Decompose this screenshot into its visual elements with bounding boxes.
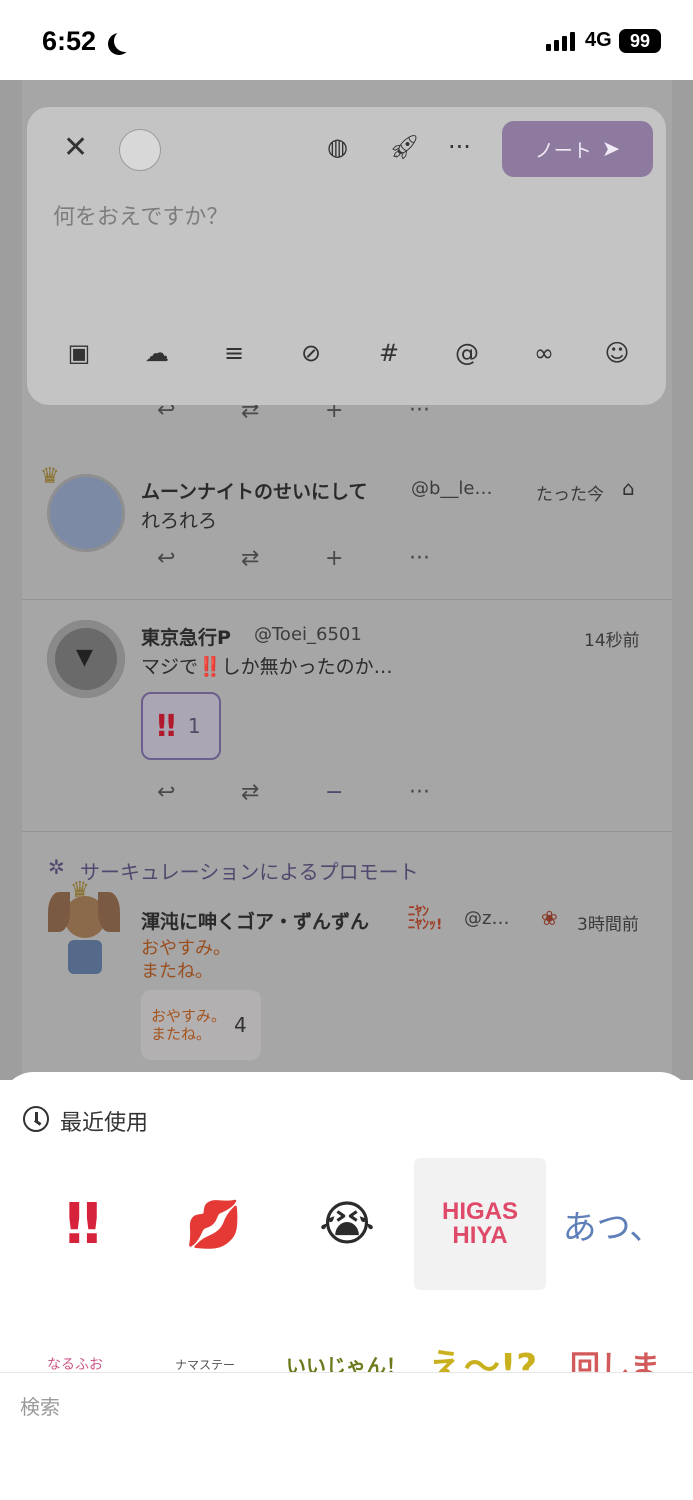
hashtag-icon[interactable]: # [369, 339, 409, 367]
note-time[interactable]: 3時間前 [577, 910, 639, 935]
clock-icon [23, 1106, 49, 1132]
note-text-line2: またね。 [141, 961, 213, 982]
emoji-row: なるふお ナマステー いいじゃん！ え〜!? 回しま [0, 1326, 693, 1374]
send-icon: ➤ [601, 136, 621, 162]
emoji-option[interactable]: 回しま [560, 1334, 670, 1374]
instance-icon: ❀ [541, 906, 558, 930]
mention-icon[interactable]: @ [447, 339, 487, 367]
note-actions: ↩ ⇄ − ··· [157, 780, 493, 805]
avatar[interactable] [119, 129, 161, 171]
reply-icon[interactable]: ↩ [157, 546, 241, 571]
globe-icon[interactable]: ◍ [327, 133, 348, 161]
reaction-emoji: ‼ [157, 708, 176, 744]
close-icon[interactable]: ✕ [63, 133, 88, 163]
emoji-option[interactable]: HIGAS HIYA [414, 1158, 546, 1290]
reaction-button[interactable]: おやすみ。 またね。 4 [141, 990, 261, 1060]
cloud-download-icon[interactable]: ☁ [137, 339, 177, 367]
note-author-handle: @b__le… [411, 478, 493, 499]
reply-icon[interactable]: ↩ [157, 780, 241, 805]
battery-indicator: 99 [619, 29, 661, 53]
emoji-picker: 最近使用 ‼ 💋 😭 HIGAS HIYA あつ、 なるふお ナマステー いいじ… [0, 1072, 693, 1500]
emoji-search-input[interactable] [20, 1395, 660, 1419]
reaction-count: 1 [187, 714, 201, 738]
more-icon[interactable]: ··· [448, 133, 471, 161]
emoji-option[interactable]: 💋 [148, 1158, 280, 1290]
image-add-icon[interactable]: ▣ [59, 339, 99, 367]
emoji-option[interactable]: いいじゃん！ [280, 1334, 412, 1375]
signal-icon [546, 31, 575, 51]
note-text-input[interactable]: 何をおえですか？ [53, 199, 228, 231]
avatar[interactable]: ♛ [48, 878, 120, 978]
more-icon[interactable]: ··· [409, 546, 493, 571]
note-author-name[interactable]: 渾沌に呻くゴア・ずんずん [141, 907, 369, 934]
recent-label: 最近使用 [60, 1111, 149, 1136]
emoji-option[interactable]: あつ、 [547, 1158, 679, 1290]
note-author-name[interactable]: 東京急行P [141, 623, 231, 650]
note-author-handle: @z… [464, 908, 510, 929]
status-bar: 6:52 4G 99 [0, 0, 693, 80]
post-button-label: ノート [534, 139, 592, 162]
emoji-option[interactable]: 😭 [281, 1158, 413, 1290]
renote-icon[interactable]: ⇄ [241, 780, 325, 805]
emoji-option[interactable]: ‼ [14, 1158, 146, 1290]
poll-icon[interactable]: ≡ [214, 339, 254, 367]
logo-icon: ▼ [76, 645, 93, 670]
note-actions: ↩ ⇄ + ··· [157, 546, 493, 571]
reaction-emoji: おやすみ。 またね。 [151, 1007, 227, 1043]
emoji-badge-icon: ﾆﾔﾝ ﾆﾔﾝｯ! [408, 904, 443, 933]
note-author-name[interactable]: ムーンナイトのせいにして [141, 477, 367, 504]
composer-toolbar: ▣ ☁ ≡ ⊘ # @ ∞ ☺ [27, 339, 666, 379]
note-text: マジで‼️しか無かったのか… [141, 656, 393, 678]
home-icon: ⌂ [622, 476, 635, 500]
status-time: 6:52 [42, 26, 97, 56]
rocket-icon[interactable]: 🚀︎ [389, 133, 419, 161]
emoji-icon[interactable]: ☺ [597, 339, 637, 367]
promo-icon: ✲ [48, 855, 65, 879]
more-icon[interactable]: ··· [409, 780, 493, 805]
renote-icon[interactable]: ⇄ [241, 546, 325, 571]
network-type: 4G [585, 29, 612, 51]
post-button[interactable]: ノート ➤ [502, 121, 653, 177]
reaction-button[interactable]: ‼ 1 [141, 692, 221, 760]
emoji-option[interactable]: ナマステー [150, 1334, 260, 1374]
moon-icon [114, 30, 136, 52]
emoji-option[interactable]: なるふお [20, 1334, 130, 1374]
emoji-option[interactable]: え〜!? [420, 1334, 545, 1374]
promo-label: サーキュレーションによるプロモート [80, 860, 419, 884]
note-time[interactable]: 14秒前 [584, 626, 640, 651]
note-text: れろれろ [141, 510, 218, 532]
note-time[interactable]: たった今 [536, 480, 604, 505]
reaction-count: 4 [234, 1013, 247, 1037]
crown-icon: ♛ [40, 464, 60, 489]
remove-reaction-icon[interactable]: − [325, 780, 409, 805]
note-author-handle: @Toei_6501 [254, 624, 362, 645]
hide-icon[interactable]: ⊘ [291, 339, 331, 367]
glasses-icon[interactable]: ∞ [524, 339, 564, 367]
note-composer: ✕ ◍ 🚀︎ ··· ノート ➤ 何をおえですか？ ▣ ☁ ≡ ⊘ # @ ∞ … [27, 107, 666, 405]
emoji-search-area [0, 1372, 693, 1500]
add-reaction-icon[interactable]: + [325, 546, 409, 571]
